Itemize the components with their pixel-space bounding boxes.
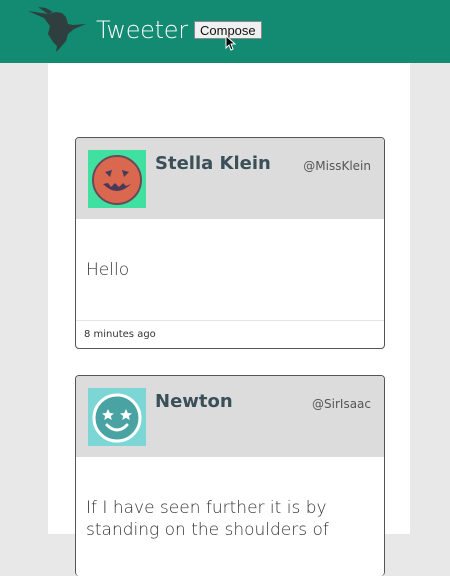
tweet-text: Hello [86, 260, 130, 280]
tweet-text-area: If I have seen further it is by standing… [76, 457, 376, 541]
tweet-author-handle[interactable]: @SirIsaac [312, 397, 371, 411]
app-header: Tweeter Compose [0, 0, 450, 63]
tweet-text-area: Hello [76, 219, 384, 320]
tweet-card: Stella Klein @MissKlein Hello 8 minutes … [75, 137, 385, 349]
timeline: Stella Klein @MissKlein Hello 8 minutes … [48, 63, 410, 576]
tweet-author-name: Newton [155, 391, 233, 412]
app-title: Tweeter [96, 16, 188, 44]
tweet-timestamp: 8 minutes ago [84, 329, 156, 340]
tweet-text: If I have seen further it is by standing… [86, 498, 329, 540]
hummingbird-icon [28, 7, 86, 52]
tweet-author-name: Stella Klein [155, 153, 271, 174]
tweet-footer: 8 minutes ago [76, 320, 384, 348]
tweet-header: Stella Klein @MissKlein [76, 138, 384, 219]
tweet-header: Newton @SirIsaac [76, 376, 384, 457]
tweet-card: Newton @SirIsaac If I have seen further … [75, 375, 385, 576]
avatar[interactable] [88, 388, 146, 446]
mouse-cursor-icon [225, 35, 237, 51]
tweet-author-handle[interactable]: @MissKlein [303, 159, 371, 173]
avatar[interactable] [88, 150, 146, 208]
